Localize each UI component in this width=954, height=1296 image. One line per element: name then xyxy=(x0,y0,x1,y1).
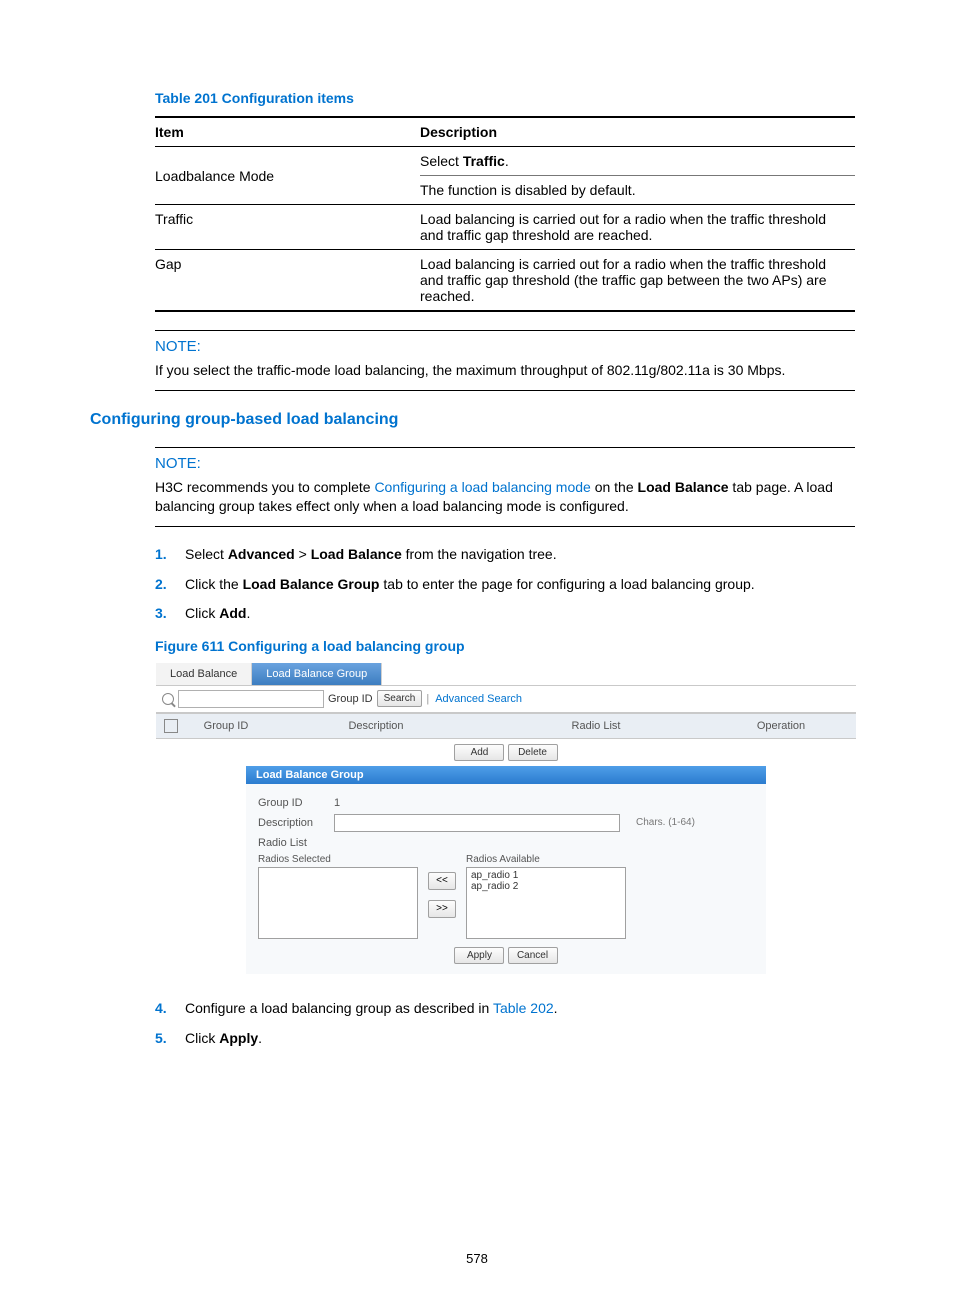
text-fragment: tab to enter the page for configuring a … xyxy=(380,576,755,592)
label-radios-available: Radios Available xyxy=(466,854,626,865)
ui-screenshot: Load Balance Load Balance Group Group ID… xyxy=(155,662,857,975)
text-fragment: Click xyxy=(185,605,219,621)
text-fragment: H3C recommends you to complete xyxy=(155,479,374,495)
label-group-id: Group ID xyxy=(258,797,326,809)
bold-traffic: Traffic xyxy=(463,153,505,169)
label-radios-selected: Radios Selected xyxy=(258,854,418,865)
form-body: Group ID 1 Description Chars. (1-64) Rad… xyxy=(246,784,766,974)
step-item: Click the Load Balance Group tab to ente… xyxy=(155,575,864,595)
search-row: Group ID Search | Advanced Search xyxy=(156,685,856,713)
note-box-2: NOTE: H3C recommends you to complete Con… xyxy=(155,447,855,527)
divider: | xyxy=(426,693,429,705)
tab-bar: Load Balance Load Balance Group xyxy=(156,663,856,685)
text-fragment: . xyxy=(246,605,250,621)
move-left-button[interactable]: << xyxy=(428,872,456,890)
bold-advanced: Advanced xyxy=(228,546,295,562)
note-label: NOTE: xyxy=(155,454,855,474)
form-row-radio-list: Radio List xyxy=(258,837,754,849)
col-header-group-id: Group ID xyxy=(186,713,266,738)
step-item: Click Apply. xyxy=(155,1029,864,1049)
search-button[interactable]: Search xyxy=(377,690,423,707)
bold-apply: Apply xyxy=(219,1030,258,1046)
col-header-radio-list: Radio List xyxy=(486,713,706,738)
tab-load-balance-group[interactable]: Load Balance Group xyxy=(252,663,382,685)
text-fragment: Select xyxy=(185,546,228,562)
bold-lb-group: Load Balance Group xyxy=(243,576,380,592)
advanced-search-link[interactable]: Advanced Search xyxy=(435,693,522,705)
value-group-id: 1 xyxy=(334,797,340,809)
table-button-row: Add Delete xyxy=(156,739,856,766)
col-header-item: Item xyxy=(155,117,420,147)
label-description: Description xyxy=(258,817,326,829)
steps-list-a: Select Advanced > Load Balance from the … xyxy=(155,545,864,624)
cell-loadbalance-mode-line2: The function is disabled by default. xyxy=(420,176,855,205)
text-fragment: from the navigation tree. xyxy=(402,546,557,562)
apply-button[interactable]: Apply xyxy=(454,947,504,964)
cell-traffic-desc: Load balancing is carried out for a radi… xyxy=(420,205,855,250)
radios-selected-listbox[interactable] xyxy=(258,867,418,939)
link-table-202[interactable]: Table 202 xyxy=(493,1000,554,1016)
cancel-button[interactable]: Cancel xyxy=(508,947,558,964)
text-fragment: Click the xyxy=(185,576,243,592)
col-header-description: Description xyxy=(420,117,855,147)
figure-611-caption: Figure 611 Configuring a load balancing … xyxy=(155,638,864,654)
bold-load-balance: Load Balance xyxy=(311,546,402,562)
section-heading-group-based: Configuring group-based load balancing xyxy=(90,411,864,429)
form-button-row: Apply Cancel xyxy=(258,939,754,964)
col-header-operation: Operation xyxy=(706,713,856,738)
search-field-label: Group ID xyxy=(328,693,373,705)
text-fragment: . xyxy=(505,153,509,169)
page-number: 578 xyxy=(0,1251,954,1266)
text-fragment: Select xyxy=(420,153,463,169)
cell-traffic-item: Traffic xyxy=(155,205,420,250)
text-fragment: on the xyxy=(591,479,638,495)
link-configuring-lb-mode[interactable]: Configuring a load balancing mode xyxy=(374,479,590,495)
cell-gap-desc: Load balancing is carried out for a radi… xyxy=(420,250,855,312)
radios-available-listbox[interactable]: ap_radio 1 ap_radio 2 xyxy=(466,867,626,939)
col-header-checkbox xyxy=(156,713,186,738)
text-fragment: . xyxy=(258,1030,262,1046)
description-input[interactable] xyxy=(334,814,620,832)
cell-loadbalance-mode-line1: Select Traffic. xyxy=(420,147,855,176)
note-label: NOTE: xyxy=(155,337,855,357)
dual-list: Radios Selected << >> Radios Available a… xyxy=(258,854,754,939)
move-right-button[interactable]: >> xyxy=(428,900,456,918)
group-table: Group ID Description Radio List Operatio… xyxy=(156,713,856,739)
note-box-1: NOTE: If you select the traffic-mode loa… xyxy=(155,330,855,391)
form-row-group-id: Group ID 1 xyxy=(258,797,754,809)
form-container: Load Balance Group Group ID 1 Descriptio… xyxy=(246,766,766,974)
note-text: If you select the traffic-mode load bala… xyxy=(155,361,855,380)
list-item[interactable]: ap_radio 1 xyxy=(471,870,621,881)
form-title: Load Balance Group xyxy=(246,766,766,784)
text-fragment: Configure a load balancing group as desc… xyxy=(185,1000,493,1016)
delete-button[interactable]: Delete xyxy=(508,744,558,761)
label-radio-list: Radio List xyxy=(258,837,326,849)
step-item: Select Advanced > Load Balance from the … xyxy=(155,545,864,565)
cell-gap-item: Gap xyxy=(155,250,420,312)
bold-add: Add xyxy=(219,605,246,621)
text-fragment: . xyxy=(554,1000,558,1016)
select-all-checkbox[interactable] xyxy=(164,719,178,733)
note-text: H3C recommends you to complete Configuri… xyxy=(155,478,855,516)
cell-loadbalance-mode-item: Loadbalance Mode xyxy=(155,147,420,205)
add-button[interactable]: Add xyxy=(454,744,504,761)
form-row-description: Description Chars. (1-64) xyxy=(258,814,754,832)
config-items-table: Item Description Loadbalance Mode Select… xyxy=(155,116,855,312)
steps-list-b: Configure a load balancing group as desc… xyxy=(155,999,864,1048)
col-header-description: Description xyxy=(266,713,486,738)
chars-hint: Chars. (1-64) xyxy=(636,817,695,828)
table-201-caption: Table 201 Configuration items xyxy=(155,90,864,106)
text-fragment: Click xyxy=(185,1030,219,1046)
search-icon xyxy=(162,693,174,705)
step-item: Click Add. xyxy=(155,604,864,624)
tab-load-balance[interactable]: Load Balance xyxy=(156,663,252,685)
bold-load-balance: Load Balance xyxy=(638,479,729,495)
step-item: Configure a load balancing group as desc… xyxy=(155,999,864,1019)
text-fragment: > xyxy=(295,546,311,562)
list-item[interactable]: ap_radio 2 xyxy=(471,881,621,892)
search-input[interactable] xyxy=(178,690,324,708)
